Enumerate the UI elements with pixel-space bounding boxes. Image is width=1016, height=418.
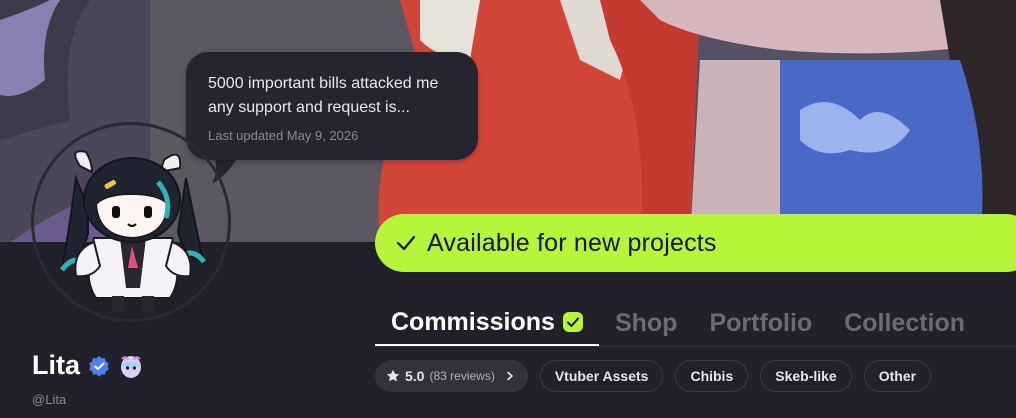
- avatar[interactable]: [48, 138, 218, 318]
- tab-portfolio[interactable]: Portfolio: [693, 300, 828, 346]
- availability-label: Available for new projects: [427, 228, 717, 257]
- chip-other[interactable]: Other: [863, 360, 932, 392]
- status-message: 5000 important bills attacked me any sup…: [208, 75, 439, 116]
- rating-chip[interactable]: 5.0 (83 reviews): [375, 360, 528, 392]
- tab-label: Collection: [844, 308, 966, 337]
- check-icon: [396, 235, 416, 251]
- chip-chibis[interactable]: Chibis: [675, 360, 749, 392]
- profile-handle: @Lita: [32, 392, 67, 407]
- tab-label: Shop: [614, 308, 678, 337]
- tab-shop[interactable]: Shop: [599, 300, 694, 346]
- tab-commissions[interactable]: Commissions: [375, 300, 599, 346]
- chevron-right-icon: [507, 371, 513, 381]
- availability-banner: Available for new projects: [375, 214, 1016, 272]
- tab-label: Commissions: [391, 307, 555, 336]
- green-check-badge-icon: [562, 312, 583, 332]
- rating-count: (83 reviews): [429, 369, 495, 383]
- profile-name-row: Lita: [32, 350, 144, 381]
- rating-value: 5.0: [405, 368, 425, 384]
- tab-label: Portfolio: [709, 308, 813, 337]
- status-bubble[interactable]: 5000 important bills attacked me any sup…: [186, 52, 478, 160]
- star-icon: [386, 369, 400, 382]
- chip-skeb-like[interactable]: Skeb-like: [760, 360, 852, 392]
- status-updated: Last updated May 9, 2026: [208, 128, 359, 143]
- profile-tabs: Commissions Shop Portfolio Collection: [375, 300, 1016, 348]
- tab-collection[interactable]: Collection: [828, 300, 981, 346]
- profile-name: Lita: [32, 350, 81, 380]
- tabs-divider: [375, 346, 1016, 347]
- chip-vtuber-assets[interactable]: Vtuber Assets: [539, 360, 664, 392]
- filter-chips: 5.0 (83 reviews) Vtuber Assets Chibis Sk…: [375, 360, 932, 392]
- verified-badge-icon: [89, 355, 109, 377]
- egg-badge-icon: [121, 355, 142, 378]
